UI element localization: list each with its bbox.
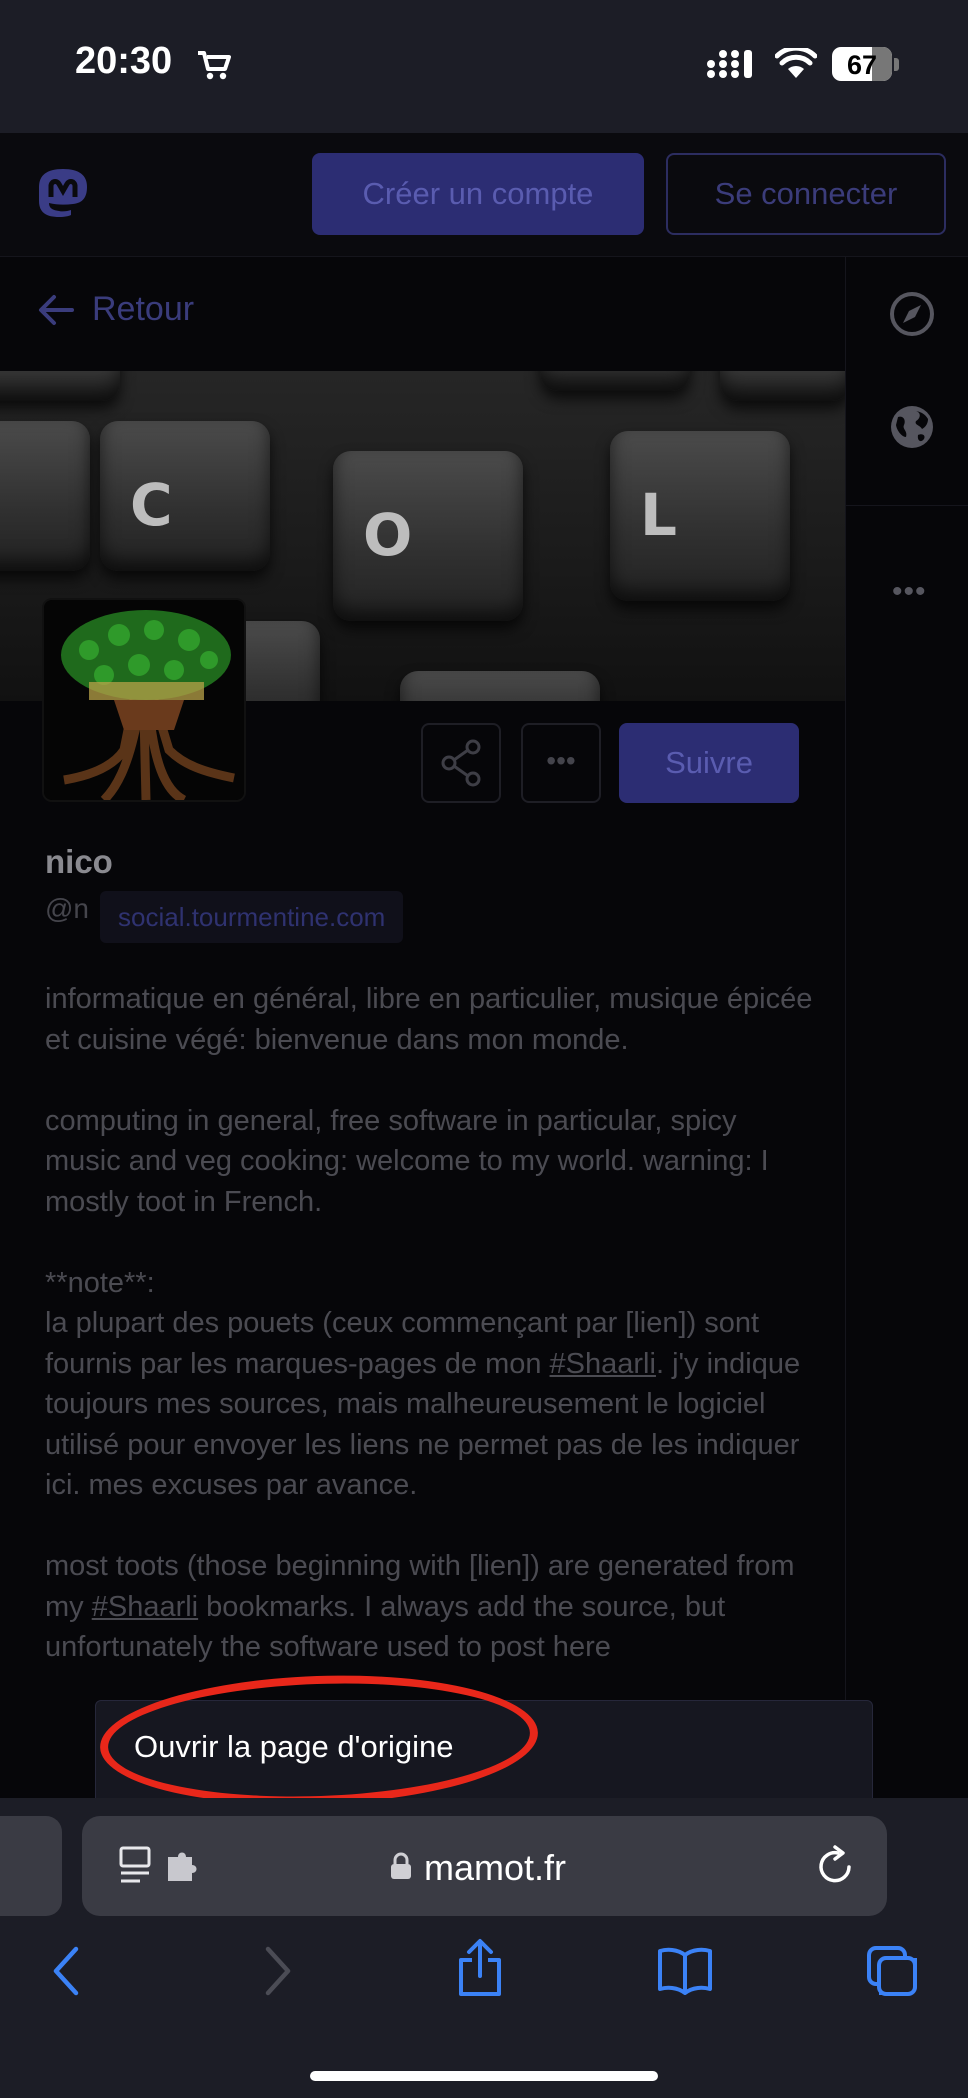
back-label: Retour — [92, 290, 195, 328]
cart-icon — [198, 51, 231, 80]
keycap-o: O — [333, 451, 523, 621]
display-name: nico — [45, 843, 113, 880]
follow-button[interactable]: Suivre — [619, 723, 799, 803]
wifi-icon — [775, 48, 817, 78]
keycap-l: L — [610, 431, 790, 601]
battery-tip — [894, 58, 899, 71]
compass-icon[interactable] — [888, 290, 936, 338]
lock-icon — [391, 1852, 411, 1879]
bio-paragraph: computing in general, free software in p… — [45, 1104, 769, 1218]
hashtag-link[interactable]: #Shaarli — [550, 1348, 656, 1380]
web-page: Créer un compte Se connecter Retour C O … — [0, 133, 968, 1798]
profile-avatar — [42, 598, 246, 802]
right-sidebar — [845, 257, 968, 1798]
sidebar-divider — [846, 505, 968, 506]
reload-icon[interactable] — [816, 1845, 856, 1887]
globe-icon[interactable] — [888, 403, 936, 451]
keycap-c: C — [100, 421, 270, 571]
battery-level: 67 — [846, 50, 878, 80]
sidebar-more-button[interactable]: ••• — [892, 575, 927, 609]
bio-paragraph: most toots (those beginning with [lien])… — [45, 1546, 815, 1668]
bookmarks-icon[interactable] — [657, 1945, 713, 1995]
back-arrow-icon[interactable] — [50, 1945, 82, 1997]
share-icon — [441, 739, 481, 787]
hashtag-link[interactable]: #Shaarli — [92, 1591, 198, 1623]
arrow-left-icon — [39, 294, 74, 325]
account-handle: @n — [45, 893, 89, 924]
profile-more-button[interactable]: ••• — [521, 723, 601, 803]
sign-in-button[interactable]: Se connecter — [666, 153, 946, 235]
battery-icon: 67 — [832, 47, 892, 81]
forward-arrow-icon[interactable] — [262, 1945, 294, 1997]
bio-paragraph: **note**: la plupart des pouets (ceux co… — [45, 1263, 815, 1506]
share-button[interactable] — [421, 723, 501, 803]
account-domain[interactable]: social.tourmentine.com — [100, 891, 404, 943]
share-sheet-icon[interactable] — [455, 1938, 505, 1998]
bio-note-heading: **note**: — [45, 1266, 155, 1299]
url-text[interactable]: mamot.fr — [424, 1847, 566, 1889]
status-time: 20:30 — [75, 40, 173, 82]
previous-tab-preview[interactable] — [0, 1816, 62, 1916]
reader-extension-icon[interactable] — [118, 1845, 204, 1885]
create-account-button[interactable]: Créer un compte — [312, 153, 644, 235]
tabs-icon[interactable] — [866, 1945, 918, 1997]
back-link[interactable]: Retour — [38, 290, 194, 329]
mastodon-logo[interactable] — [35, 167, 91, 225]
signal-icon — [707, 50, 752, 78]
bio-paragraph: informatique en général, libre en partic… — [45, 983, 813, 1056]
profile-bio: informatique en général, libre en partic… — [45, 979, 815, 1708]
status-bar: 20:30 67 — [0, 0, 968, 133]
site-header: Créer un compte Se connecter — [0, 133, 968, 257]
home-indicator — [310, 2071, 658, 2081]
